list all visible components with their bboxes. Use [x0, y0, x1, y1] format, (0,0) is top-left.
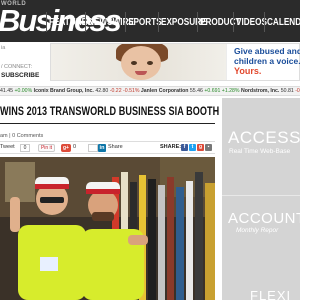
top-nav: WORLD Business FEATURES NEWSWIRE SPORTS … — [0, 0, 300, 42]
nav-item-sports[interactable]: SPORTS — [128, 16, 162, 28]
nav-separator — [158, 12, 159, 32]
ticker-item[interactable]: Janlen Corporation 55.46 +0.691 +1.28% — [141, 88, 241, 94]
ticker-name: Iconix Brand Group, Inc. — [33, 88, 96, 94]
ad-headline: Give abused and neg — [234, 46, 300, 56]
ad-child-eye — [147, 61, 153, 65]
subscribe-link[interactable]: SUBSCRIBE — [1, 72, 39, 79]
facebook-like-box[interactable] — [88, 144, 98, 152]
ticker-name: Nordstrom, Inc. — [240, 88, 281, 94]
page: WORLD Business FEATURES NEWSWIRE SPORTS … — [0, 0, 300, 300]
article-headline: WINS 2013 TRANSWORLD BUSINESS SIA BOOTH … — [0, 106, 284, 118]
ticker-value: 42.80 — [95, 88, 110, 94]
connect-label: / CONNECT: — [1, 64, 33, 70]
sub-text: ia — [1, 45, 6, 51]
linkedin-icon[interactable]: in — [98, 144, 106, 152]
article-photo — [0, 157, 215, 300]
gplus-button[interactable]: g+ — [61, 144, 71, 152]
ticker-value: 50.81 — [280, 88, 296, 94]
ad-account-subtitle: Monthly Repor — [236, 227, 279, 234]
sub-header: ia / CONNECT: SUBSCRIBE — [0, 42, 48, 84]
gplus-count: 0 — [73, 144, 77, 150]
ad-tagline: Yours. — [234, 66, 262, 76]
ticker-strip: 41.45 +0.00% Iconix Brand Group, Inc. 42… — [0, 88, 300, 94]
nav-separator — [264, 12, 265, 32]
ad-subheadline: children a voice. — [234, 56, 300, 66]
ad-flex-title: FLEXI — [250, 288, 292, 300]
share-bar: Tweet 0 Pin it g+ 0 in Share SHARE: f t … — [0, 141, 215, 154]
ticker-change: -0.22 -0.51% — [109, 88, 141, 94]
nav-item-product[interactable]: PRODUCT — [200, 16, 240, 28]
nav-separator — [197, 12, 198, 32]
ticker-value: 41.45 — [0, 88, 15, 94]
ticker-name: Janlen Corporation — [140, 88, 190, 94]
facebook-share-icon[interactable]: f — [181, 144, 188, 151]
nav-item-features[interactable]: FEATURES — [49, 16, 93, 28]
ad-access-title: ACCESS — [228, 128, 300, 147]
gplus-share-icon[interactable]: g — [197, 144, 204, 151]
nav-item-calendar[interactable]: CALENDAR — [267, 16, 300, 28]
ad-access-subtitle: Real Time Web-Base — [229, 148, 291, 155]
headline-divider — [0, 123, 215, 124]
ad-account-title: ACCOUNT — [228, 210, 300, 227]
nav-item-videos[interactable]: VIDEOS — [236, 16, 267, 28]
photo-illustration — [0, 157, 215, 300]
twitter-share-icon[interactable]: t — [189, 144, 196, 151]
ticker-item[interactable]: 41.45 +0.00% — [0, 88, 34, 94]
ticker-change: +0.691 +1.28% — [204, 88, 241, 94]
ticker-item[interactable]: Iconix Brand Group, Inc. 42.80 -0.22 -0.… — [34, 88, 141, 94]
nav-separator — [125, 12, 126, 32]
ticker-change: +0.00% — [14, 88, 34, 94]
linkedin-share-button[interactable]: Share — [108, 144, 123, 150]
nav-separator — [233, 12, 234, 32]
article-byline: am | 0 Comments — [0, 133, 44, 139]
tweet-button[interactable]: Tweet — [0, 144, 15, 152]
ticker-change: -0.08 -0.16% — [295, 88, 300, 94]
nav-separator — [85, 12, 86, 32]
tweet-count: 0 — [20, 144, 30, 152]
ticker-item[interactable]: Nordstrom, Inc. 50.81 -0.08 -0.16% — [241, 88, 300, 94]
ad-divider — [222, 195, 300, 196]
ticker-value: 55.46 — [189, 88, 205, 94]
sidebar-ad[interactable]: ACCESS Real Time Web-Base ACCOUNT Monthl… — [222, 98, 300, 300]
pinterest-button[interactable]: Pin it — [38, 144, 55, 152]
stock-ticker: 41.45 +0.00% Iconix Brand Group, Inc. 42… — [0, 86, 300, 96]
ad-child-eye — [131, 61, 137, 65]
share-label: SHARE: — [160, 144, 182, 150]
print-icon[interactable]: ▪ — [205, 144, 212, 151]
nav-separator — [46, 12, 47, 32]
